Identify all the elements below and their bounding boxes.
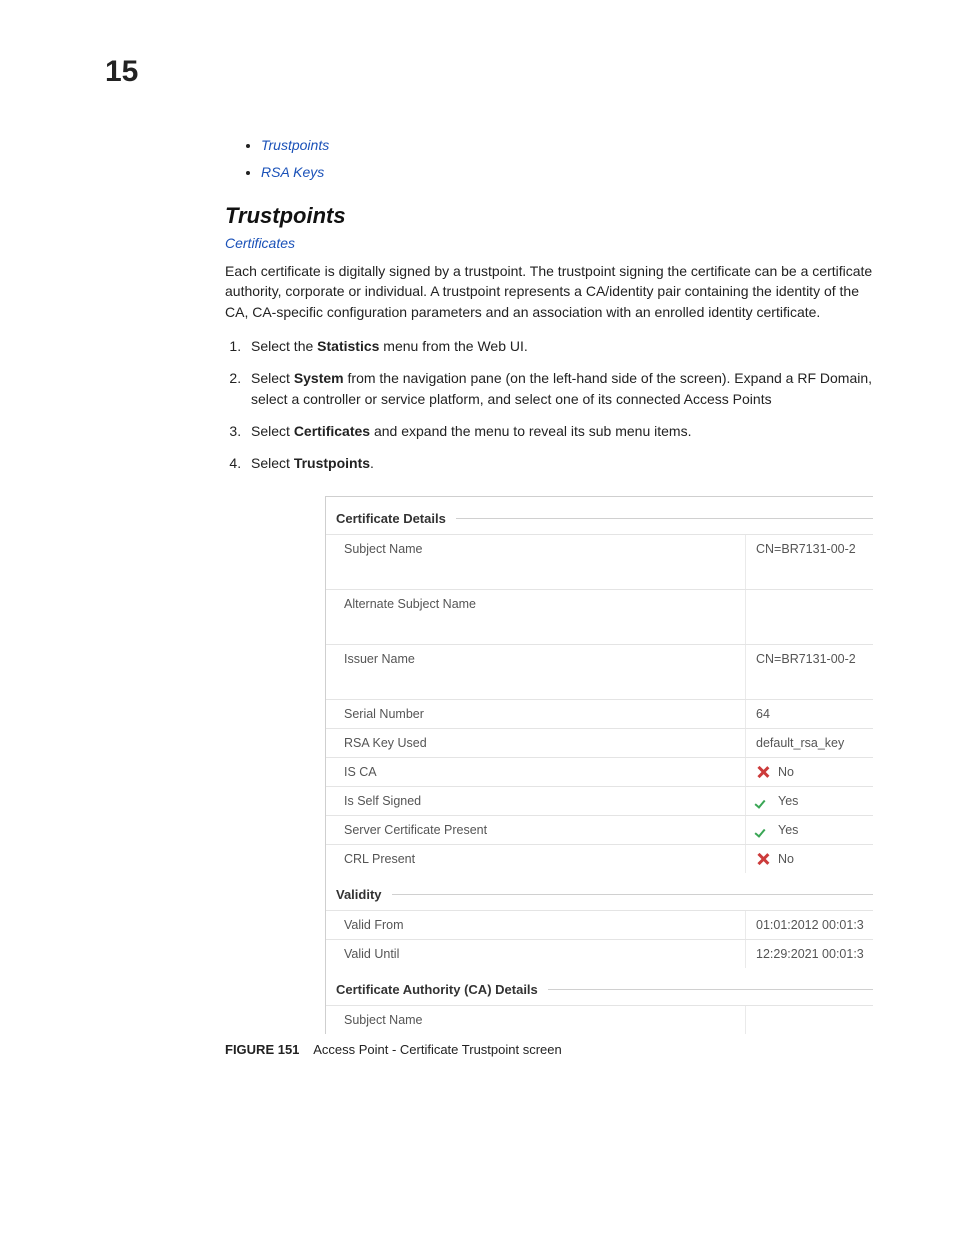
group-title-rule <box>548 989 873 990</box>
row-value-text: 64 <box>756 707 770 721</box>
toc-list: Trustpoints RSA Keys <box>225 132 874 185</box>
row-label: CRL Present <box>326 845 746 873</box>
row-label: Alternate Subject Name <box>326 590 746 644</box>
row-value: No <box>746 845 873 873</box>
figure-caption-label: FIGURE 151 <box>225 1042 299 1057</box>
row-value-text: CN=BR7131-00-2 <box>756 652 856 666</box>
row-value: Yes <box>746 816 873 844</box>
section-sublink-label: Certificates <box>225 235 295 251</box>
toc-item: Trustpoints <box>261 132 874 159</box>
step-item: Select Certificates and expand the menu … <box>245 421 874 441</box>
row-value: 64 <box>746 700 873 728</box>
step-keyword: Trustpoints <box>294 455 370 471</box>
row-value: 01:01:2012 00:01:3 <box>746 911 873 939</box>
check-icon <box>756 794 770 808</box>
step-text: menu from the Web UI. <box>379 338 527 354</box>
table-row: Is Self Signed Yes <box>326 786 873 815</box>
toc-link-rsa-keys[interactable]: RSA Keys <box>261 164 324 180</box>
figure-caption-text: Access Point - Certificate Trustpoint sc… <box>313 1042 562 1057</box>
row-label: Valid From <box>326 911 746 939</box>
step-text: Select <box>251 455 294 471</box>
row-value-text: CN=BR7131-00-2 <box>756 542 856 556</box>
chapter-number: 15 <box>105 55 138 89</box>
steps-list: Select the Statistics menu from the Web … <box>225 336 874 473</box>
step-keyword: Certificates <box>294 423 370 439</box>
table-row: Valid From 01:01:2012 00:01:3 <box>326 910 873 939</box>
step-keyword: Statistics <box>317 338 379 354</box>
row-value-text: 01:01:2012 00:01:3 <box>756 918 864 932</box>
row-label: Subject Name <box>326 1006 746 1034</box>
table-row: Alternate Subject Name <box>326 589 873 644</box>
row-value-text: 12:29:2021 00:01:3 <box>756 947 864 961</box>
row-value-text: No <box>778 852 794 866</box>
row-label: Subject Name <box>326 535 746 589</box>
page: 15 Trustpoints RSA Keys Trustpoints Cert… <box>0 0 954 1235</box>
table-row: IS CA No <box>326 757 873 786</box>
row-label: Server Certificate Present <box>326 816 746 844</box>
section-sublink[interactable]: Certificates <box>225 235 874 251</box>
check-icon <box>756 823 770 837</box>
cross-icon <box>756 852 770 866</box>
row-value: default_rsa_key <box>746 729 873 757</box>
group-title: Validity <box>326 873 873 910</box>
step-text: Select <box>251 423 294 439</box>
table-row: Serial Number 64 <box>326 699 873 728</box>
row-value-text: Yes <box>778 823 798 837</box>
group-title-rule <box>456 518 873 519</box>
table-row: CRL Present No <box>326 844 873 873</box>
row-value: Yes <box>746 787 873 815</box>
group-title: Certificate Details <box>326 497 873 534</box>
step-text: and expand the menu to reveal its sub me… <box>370 423 691 439</box>
step-text: Select <box>251 370 294 386</box>
row-value <box>746 1006 873 1034</box>
row-label: Issuer Name <box>326 645 746 699</box>
step-item: Select Trustpoints. <box>245 453 874 473</box>
group-title: Certificate Authority (CA) Details <box>326 968 873 1005</box>
section-heading: Trustpoints <box>225 203 874 229</box>
toc-item: RSA Keys <box>261 159 874 186</box>
group-title-label: Certificate Authority (CA) Details <box>336 982 538 997</box>
section-paragraph: Each certificate is digitally signed by … <box>225 261 874 322</box>
content: Trustpoints RSA Keys Trustpoints Certifi… <box>225 52 874 1057</box>
step-text: Select the <box>251 338 317 354</box>
row-value: CN=BR7131-00-2 <box>746 535 873 589</box>
row-value <box>746 590 873 644</box>
row-value-text: Yes <box>778 794 798 808</box>
row-label: Valid Until <box>326 940 746 968</box>
figure-caption: FIGURE 151 Access Point - Certificate Tr… <box>225 1042 874 1057</box>
row-label: RSA Key Used <box>326 729 746 757</box>
group-title-label: Validity <box>336 887 382 902</box>
table-row: Subject Name CN=BR7131-00-2 <box>326 534 873 589</box>
row-value-text: default_rsa_key <box>756 736 844 750</box>
toc-link-trustpoints[interactable]: Trustpoints <box>261 137 329 153</box>
row-label: IS CA <box>326 758 746 786</box>
table-row: Server Certificate Present Yes <box>326 815 873 844</box>
row-value: No <box>746 758 873 786</box>
cross-icon <box>756 765 770 779</box>
screenshot-panel: Certificate Details Subject Name CN=BR7131… <box>325 496 873 1034</box>
table-row: Valid Until 12:29:2021 00:01:3 <box>326 939 873 968</box>
step-text: . <box>370 455 374 471</box>
table-row: RSA Key Used default_rsa_key <box>326 728 873 757</box>
step-item: Select the Statistics menu from the Web … <box>245 336 874 356</box>
step-keyword: System <box>294 370 344 386</box>
step-item: Select System from the navigation pane (… <box>245 368 874 409</box>
step-text: from the navigation pane (on the left-ha… <box>251 370 872 406</box>
group-title-rule <box>392 894 873 895</box>
row-value-text: No <box>778 765 794 779</box>
row-value: 12:29:2021 00:01:3 <box>746 940 873 968</box>
group-title-label: Certificate Details <box>336 511 446 526</box>
row-value: CN=BR7131-00-2 <box>746 645 873 699</box>
row-label: Serial Number <box>326 700 746 728</box>
row-label: Is Self Signed <box>326 787 746 815</box>
table-row: Subject Name <box>326 1005 873 1034</box>
table-row: Issuer Name CN=BR7131-00-2 <box>326 644 873 699</box>
